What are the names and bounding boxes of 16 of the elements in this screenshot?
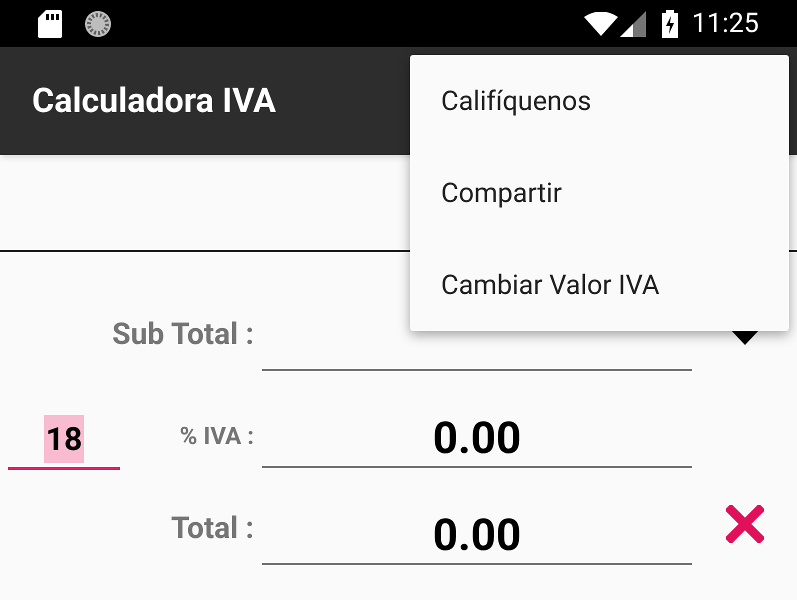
close-icon[interactable] [726,505,764,543]
sd-card-icon [38,10,62,38]
battery-icon [662,10,678,38]
menu-item[interactable]: Califíquenos [410,55,789,147]
sync-icon [84,10,112,38]
signal-icon [620,10,646,36]
app-title: Calculadora IVA [32,80,276,122]
field-label: Total : [170,510,254,548]
clock-time: 11:25 [692,10,759,37]
iva-rate-field[interactable]: 18 [8,410,120,470]
field-label: Sub Total : [112,316,254,354]
amount-field[interactable]: 0.00 [262,402,692,468]
menu-item[interactable]: Cambiar Valor IVA [410,239,789,331]
amount-field[interactable]: 0.00 [262,499,692,565]
field-label: % IVA : [180,421,254,452]
menu-item[interactable]: Compartir [410,147,789,239]
